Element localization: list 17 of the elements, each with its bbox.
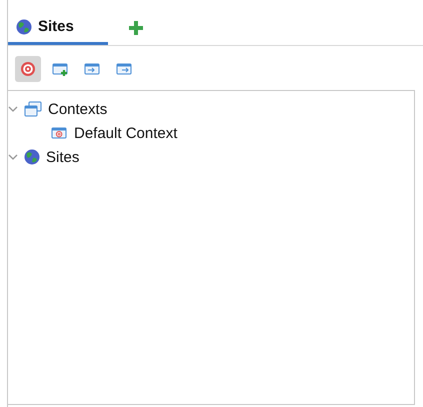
chevron-icon[interactable] bbox=[8, 104, 18, 114]
target-window-icon bbox=[50, 125, 68, 141]
window-import-icon bbox=[83, 61, 101, 77]
window-plus-icon bbox=[51, 61, 69, 77]
tab[interactable]: Sites bbox=[8, 11, 108, 45]
toolbar-button[interactable] bbox=[15, 56, 41, 82]
chevron-icon[interactable] bbox=[8, 152, 18, 162]
tree-item[interactable]: Default Context bbox=[74, 124, 178, 142]
plus-icon bbox=[128, 20, 144, 36]
tree-item[interactable]: Contexts bbox=[48, 100, 108, 118]
target-icon bbox=[20, 61, 36, 77]
windows-icon bbox=[24, 101, 42, 117]
tree-item[interactable]: Sites bbox=[46, 148, 80, 166]
globe-icon bbox=[16, 18, 32, 34]
add-tab-button[interactable] bbox=[126, 18, 146, 38]
window-export-icon bbox=[115, 61, 133, 77]
globe-icon bbox=[24, 149, 40, 165]
